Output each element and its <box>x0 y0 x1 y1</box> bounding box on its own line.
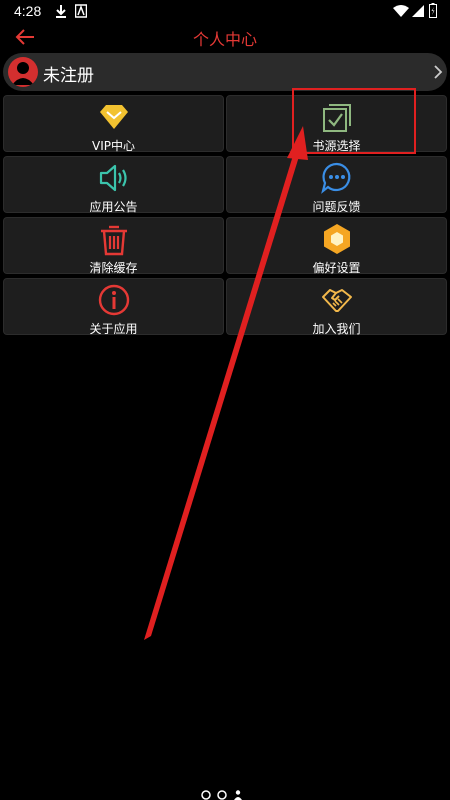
menu-item-preferences[interactable]: 偏好设置 <box>226 217 447 275</box>
info-icon <box>98 284 129 316</box>
hexagon-settings-icon <box>323 224 350 254</box>
page-indicator <box>0 786 450 800</box>
speaker-icon <box>99 164 127 192</box>
profile-bar[interactable]: 未注册 <box>3 53 447 91</box>
chat-bubble-icon <box>320 162 350 194</box>
user-avatar-icon <box>12 62 34 85</box>
menu-item-label: VIP中心 <box>92 139 135 153</box>
vip-diamond-icon <box>99 105 128 129</box>
page-dots-icon <box>201 790 242 800</box>
menu-item-label: 应用公告 <box>89 200 138 214</box>
highlight-box <box>292 88 416 154</box>
profile-name: 未注册 <box>43 66 94 86</box>
menu-item-label: 清除缓存 <box>89 261 138 275</box>
menu-item-announcement[interactable]: 应用公告 <box>3 156 224 214</box>
menu-item-clear-cache[interactable]: 清除缓存 <box>3 217 224 275</box>
menu-item-label: 关于应用 <box>89 322 138 336</box>
menu-item-label: 问题反馈 <box>312 200 361 214</box>
trash-icon <box>100 225 127 256</box>
download-icon <box>56 5 66 18</box>
handshake-icon <box>321 289 352 312</box>
menu-item-vip-center[interactable]: VIP中心 <box>3 95 224 153</box>
menu-item-label: 加入我们 <box>312 322 361 336</box>
chevron-right-icon <box>434 65 443 79</box>
battery-icon <box>429 3 437 18</box>
menu-item-join-us[interactable]: 加入我们 <box>226 278 447 336</box>
menu-item-about[interactable]: 关于应用 <box>3 278 224 336</box>
app-bar: 个人中心 <box>0 24 450 50</box>
wifi-icon <box>393 5 409 17</box>
text-app-icon <box>75 4 87 18</box>
status-time: 4:28 <box>14 3 42 19</box>
page-title: 个人中心 <box>192 30 257 49</box>
avatar <box>8 57 38 87</box>
status-bar: 4:28 <box>0 0 450 24</box>
menu-item-label: 偏好设置 <box>312 261 361 275</box>
menu-item-feedback[interactable]: 问题反馈 <box>226 156 447 214</box>
signal-icon <box>412 5 424 17</box>
